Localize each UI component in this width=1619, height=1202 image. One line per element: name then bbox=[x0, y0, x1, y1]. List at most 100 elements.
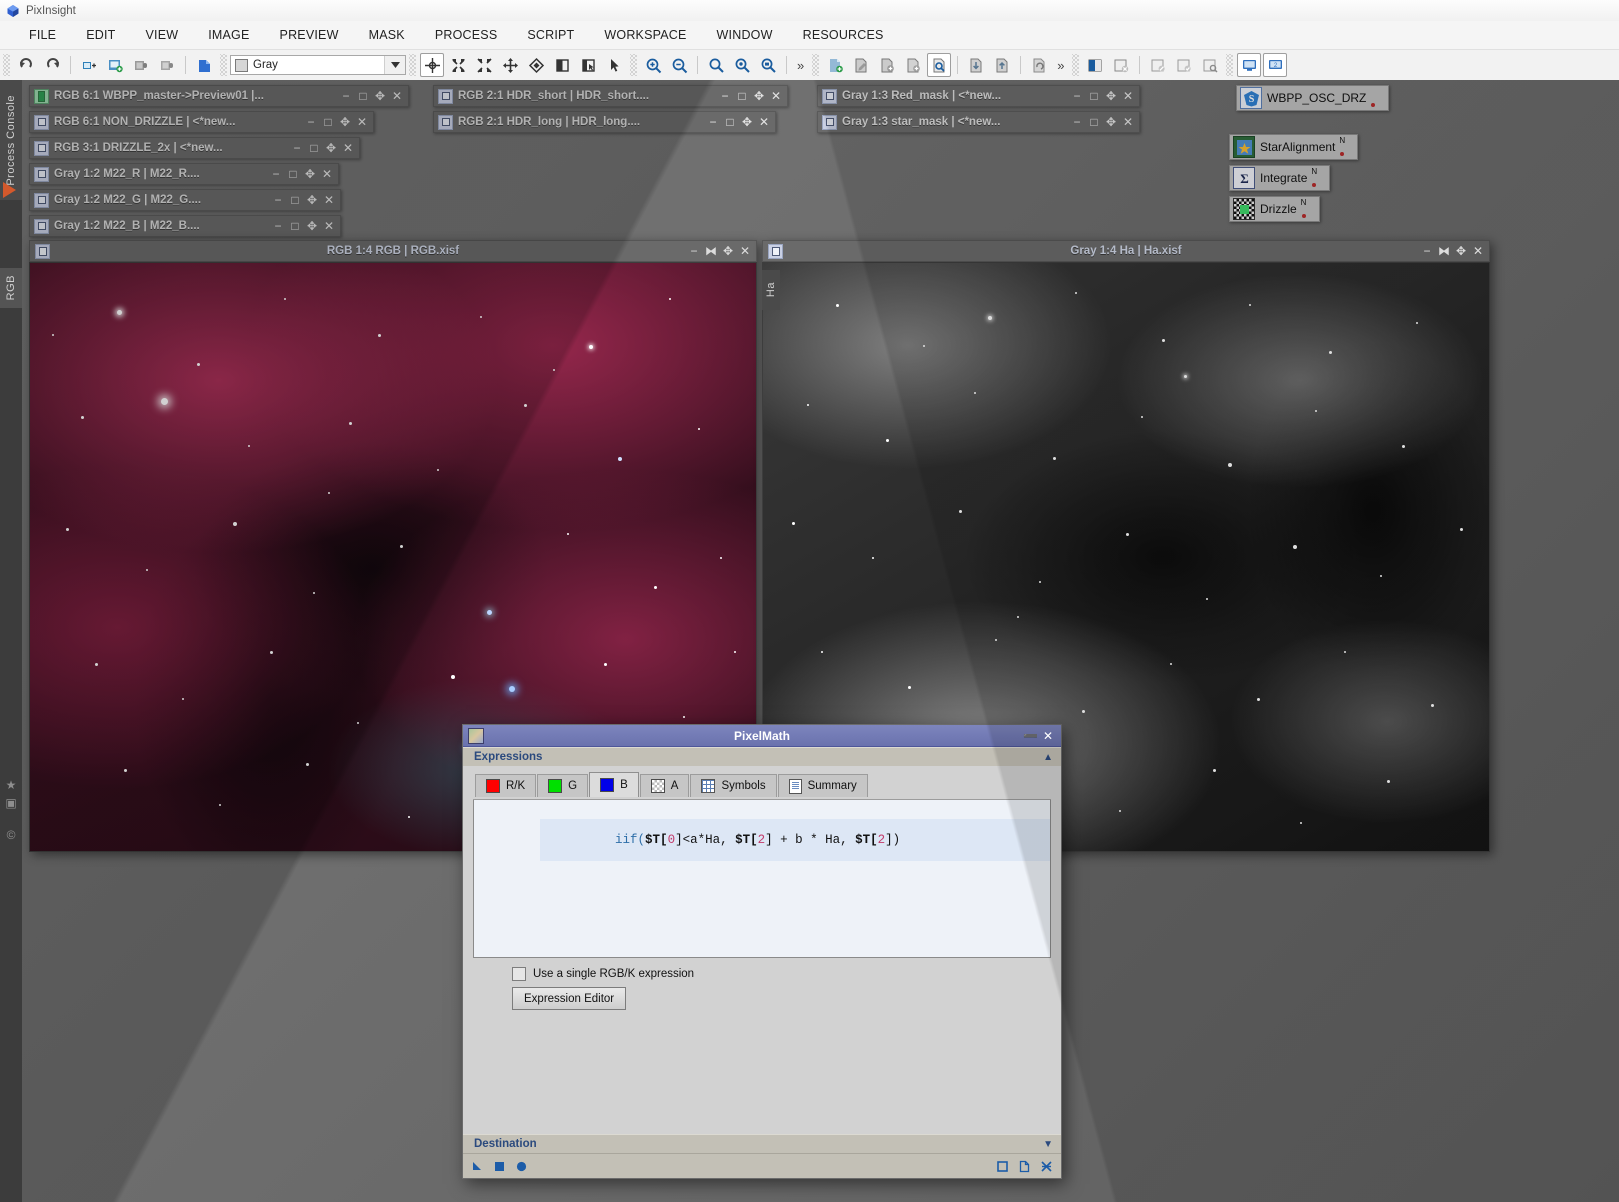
mask-show-icon[interactable] bbox=[1083, 53, 1107, 77]
zoom-optimal-icon[interactable] bbox=[756, 53, 780, 77]
minimize-button[interactable]: − bbox=[270, 192, 286, 208]
close-button[interactable]: ✕ bbox=[1120, 114, 1136, 130]
iconised-window[interactable]: Gray 1:2 M22_G | M22_G.... − □ ✥ ✕ bbox=[29, 189, 341, 211]
camera-icon[interactable]: ▣ bbox=[4, 796, 18, 810]
orange-triangle-icon[interactable] bbox=[3, 182, 16, 198]
checkbox-box[interactable] bbox=[512, 967, 526, 981]
zoom-fit-icon[interactable] bbox=[498, 53, 522, 77]
menu-workspace[interactable]: WORKSPACE bbox=[589, 24, 701, 46]
maximize-button[interactable]: □ bbox=[306, 140, 322, 156]
menu-mask[interactable]: MASK bbox=[354, 24, 420, 46]
tab-a[interactable]: A bbox=[639, 774, 690, 797]
maximize-button[interactable]: □ bbox=[722, 114, 738, 130]
process-icon-staralignment[interactable]: StarAlignment N bbox=[1229, 134, 1359, 160]
chevron-down-icon[interactable]: ▼ bbox=[1043, 1139, 1053, 1150]
maximize-button[interactable]: □ bbox=[1086, 114, 1102, 130]
rollup-button[interactable]: ⧓ bbox=[1437, 243, 1451, 259]
toolbar-grip[interactable] bbox=[409, 54, 416, 76]
move-button[interactable]: ✥ bbox=[751, 88, 767, 104]
iconised-window[interactable]: Gray 1:3 Red_mask | <*new... − □ ✥ ✕ bbox=[817, 85, 1140, 107]
move-button[interactable]: ✥ bbox=[304, 218, 320, 234]
minimize-button[interactable]: − bbox=[1069, 114, 1085, 130]
close-button[interactable]: ✕ bbox=[756, 114, 772, 130]
maximize-button[interactable] bbox=[1559, 0, 1589, 21]
close-button[interactable]: ✕ bbox=[354, 114, 370, 130]
browse-documentation-icon[interactable] bbox=[1018, 1160, 1031, 1173]
close-button[interactable]: ✕ bbox=[1471, 243, 1485, 259]
window-controls[interactable] bbox=[1529, 0, 1619, 21]
new-image-icon[interactable] bbox=[77, 53, 101, 77]
maximize-button[interactable]: □ bbox=[1086, 88, 1102, 104]
expression-input[interactable]: iif($T[0]<a*Ha, $T[2] + b * Ha, $T[2]) bbox=[473, 800, 1051, 958]
minimize-button[interactable]: − bbox=[303, 114, 319, 130]
mask-enable-icon[interactable] bbox=[1172, 53, 1196, 77]
move-button[interactable]: ✥ bbox=[1103, 114, 1119, 130]
preview-search-icon[interactable] bbox=[927, 53, 952, 77]
close-button[interactable]: ✕ bbox=[321, 218, 337, 234]
move-button[interactable]: ✥ bbox=[304, 192, 320, 208]
expand-icon[interactable] bbox=[472, 53, 496, 77]
menu-process[interactable]: PROCESS bbox=[420, 24, 513, 46]
iconised-window[interactable]: RGB 2:1 HDR_short | HDR_short.... − □ ✥ … bbox=[433, 85, 788, 107]
blue-document-icon[interactable] bbox=[192, 53, 216, 77]
collapse-button[interactable]: ➖ bbox=[1023, 729, 1038, 743]
menu-view[interactable]: VIEW bbox=[130, 24, 193, 46]
single-rgbk-expression-checkbox[interactable]: Use a single RGB/K expression bbox=[512, 967, 1051, 981]
toolbar-grip[interactable] bbox=[630, 54, 637, 76]
chevron-up-icon[interactable]: ▲ bbox=[1043, 752, 1053, 763]
toolbar-grip[interactable] bbox=[1072, 54, 1080, 76]
maximize-button[interactable]: □ bbox=[287, 192, 303, 208]
zoom-out-icon[interactable] bbox=[667, 53, 691, 77]
close-button[interactable]: ✕ bbox=[1042, 729, 1054, 743]
iconised-window[interactable]: RGB 3:1 DRIZZLE_2x | <*new... − □ ✥ ✕ bbox=[29, 137, 360, 159]
ha-window-titlebar[interactable]: Gray 1:4 Ha | Ha.xisf − ⧓ ✥ ✕ bbox=[762, 240, 1490, 262]
new-preview-icon[interactable] bbox=[823, 53, 847, 77]
iconised-window[interactable]: RGB 2:1 HDR_long | HDR_long.... − □ ✥ ✕ bbox=[433, 111, 776, 133]
diamond-icon[interactable] bbox=[524, 53, 548, 77]
maximize-button[interactable]: □ bbox=[287, 218, 303, 234]
minimize-button[interactable]: − bbox=[268, 166, 284, 182]
maximize-button[interactable]: □ bbox=[285, 166, 301, 182]
new-instance-icon[interactable] bbox=[996, 1160, 1009, 1173]
zoom-1-1-icon[interactable] bbox=[704, 53, 728, 77]
expressions-section-header[interactable]: Expressions ▲ bbox=[463, 747, 1061, 766]
screen-transfer-alt-icon[interactable]: 2 bbox=[1263, 53, 1288, 77]
menu-file[interactable]: FILE bbox=[14, 24, 71, 46]
minimize-button[interactable]: − bbox=[1069, 88, 1085, 104]
edit-preview-icon[interactable] bbox=[849, 53, 873, 77]
menu-image[interactable]: IMAGE bbox=[193, 24, 264, 46]
half-panel-icon[interactable] bbox=[550, 53, 574, 77]
process-icon-drizzle[interactable]: Drizzle N bbox=[1229, 196, 1320, 222]
close-button[interactable] bbox=[1589, 0, 1619, 21]
menu-script[interactable]: SCRIPT bbox=[512, 24, 589, 46]
menu-preview[interactable]: PREVIEW bbox=[265, 24, 354, 46]
add-preview-icon[interactable] bbox=[875, 53, 899, 77]
colorspace-combo[interactable]: Gray bbox=[230, 55, 406, 75]
move-button[interactable]: ✥ bbox=[337, 114, 353, 130]
maximize-button[interactable]: □ bbox=[734, 88, 750, 104]
close-button[interactable]: ✕ bbox=[738, 243, 752, 259]
move-button[interactable]: ✥ bbox=[323, 140, 339, 156]
execute-icon[interactable] bbox=[515, 1160, 528, 1173]
toolbar-grip[interactable] bbox=[3, 54, 10, 76]
minimize-button[interactable]: − bbox=[1420, 243, 1434, 259]
chevron-down-icon[interactable] bbox=[384, 56, 405, 74]
tab-b[interactable]: B bbox=[589, 772, 639, 797]
minimize-button[interactable]: − bbox=[717, 88, 733, 104]
reset-icon[interactable] bbox=[1040, 1160, 1053, 1173]
toolbar-grip[interactable] bbox=[220, 54, 227, 76]
iconised-window[interactable]: RGB 6:1 NON_DRIZZLE | <*new... − □ ✥ ✕ bbox=[29, 111, 374, 133]
zoom-fit-window-icon[interactable] bbox=[730, 53, 754, 77]
save-image-icon[interactable] bbox=[129, 53, 153, 77]
fit-view-icon[interactable] bbox=[446, 53, 470, 77]
undo-icon[interactable] bbox=[14, 53, 38, 77]
process-icon-integrate[interactable]: Σ Integrate N bbox=[1229, 165, 1331, 191]
iconised-window[interactable]: RGB 6:1 WBPP_master->Preview01 |... − □ … bbox=[29, 85, 409, 107]
move-button[interactable]: ✥ bbox=[739, 114, 755, 130]
open-image-icon[interactable] bbox=[103, 53, 127, 77]
mask-select-icon[interactable] bbox=[1198, 53, 1222, 77]
histogram-icon[interactable]: ★ bbox=[4, 778, 18, 792]
toolbar-overflow-button[interactable]: » bbox=[792, 58, 809, 73]
toolbar-grip[interactable] bbox=[812, 54, 820, 76]
tab-rk[interactable]: R/K bbox=[475, 774, 537, 797]
